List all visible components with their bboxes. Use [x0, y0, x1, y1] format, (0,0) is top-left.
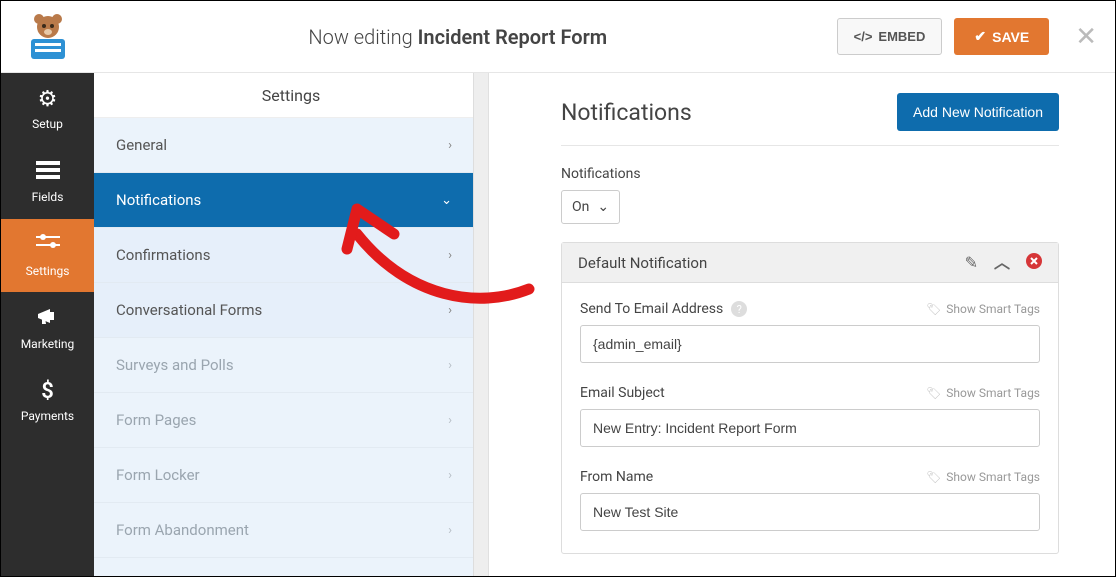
subnav-item-label: Surveys and Polls	[116, 356, 234, 374]
chevron-right-icon: ›	[448, 358, 452, 373]
sliders-icon	[36, 233, 60, 258]
subnav-item-form-pages[interactable]: Form Pages ›	[94, 393, 474, 448]
bullhorn-icon	[36, 306, 60, 331]
subnav-item-label: Notifications	[116, 191, 201, 209]
subnav-item-label: Form Pages	[116, 411, 196, 429]
chevron-right-icon: ›	[448, 523, 452, 538]
form-row: Email Subject 🏷Show Smart Tags	[580, 385, 1040, 447]
section-title: Settings	[94, 73, 488, 118]
subnav-item-general[interactable]: General ›	[94, 118, 474, 173]
subnav-item-confirmations[interactable]: Confirmations ›	[94, 228, 474, 283]
field-label: From Name	[580, 469, 653, 485]
sidebar-item-fields[interactable]: Fields	[1, 146, 94, 219]
toggle-label: Notifications	[561, 166, 1059, 182]
subnav-item-label: Form Abandonment	[116, 521, 249, 539]
field-label: Send To Email Address?	[580, 301, 747, 317]
add-notification-button[interactable]: Add New Notification	[897, 93, 1059, 131]
tag-icon: 🏷	[926, 302, 941, 316]
subnav-item-label: Conversational Forms	[116, 301, 262, 319]
chevron-down-icon: ⌄	[441, 193, 452, 208]
field-label: Email Subject	[580, 385, 665, 401]
save-button[interactable]: ✔ SAVE	[954, 18, 1049, 55]
panel-heading: Notifications	[561, 99, 692, 126]
chevron-right-icon: ›	[448, 468, 452, 483]
show-smart-tags[interactable]: 🏷Show Smart Tags	[926, 302, 1040, 316]
subnav-item-label: Form Locker	[116, 466, 200, 484]
tag-icon: 🏷	[926, 386, 941, 400]
show-smart-tags[interactable]: 🏷Show Smart Tags	[926, 386, 1040, 400]
chevron-right-icon: ›	[448, 413, 452, 428]
chevron-right-icon: ›	[448, 138, 452, 153]
app-logo	[19, 13, 79, 61]
settings-subnav: Settings General › Notifications ⌄ Confirmat…	[94, 73, 489, 576]
show-smart-tags[interactable]: 🏷Show Smart Tags	[926, 470, 1040, 484]
help-icon[interactable]: ?	[731, 301, 747, 317]
delete-icon[interactable]	[1026, 253, 1042, 272]
subnav-item-notifications[interactable]: Notifications ⌄	[94, 173, 474, 228]
subnav-item-label: General	[116, 136, 167, 154]
editing-prefix: Now editing	[308, 25, 412, 49]
chevron-right-icon: ›	[448, 303, 452, 318]
sidebar-item-settings[interactable]: Settings	[1, 219, 94, 292]
text-input[interactable]	[580, 325, 1040, 363]
header: Now editing Incident Report Form </> EMB…	[1, 1, 1115, 73]
subnav-item-conversational-forms[interactable]: Conversational Forms ›	[94, 283, 474, 338]
subnav-item-form-locker[interactable]: Form Locker ›	[94, 448, 474, 503]
sidebar-item-setup[interactable]: ⚙ Setup	[1, 73, 94, 146]
close-icon[interactable]: ✕	[1075, 24, 1097, 50]
subnav-item-label: Confirmations	[116, 246, 210, 264]
main-panel: Settings Notifications Add New Notificat…	[489, 73, 1115, 576]
code-icon: </>	[854, 29, 873, 44]
sidebar-item-marketing[interactable]: Marketing	[1, 292, 94, 365]
form-row: From Name 🏷Show Smart Tags	[580, 469, 1040, 531]
collapse-icon[interactable]: ︿	[994, 255, 1010, 271]
chevron-down-icon: ⌄	[597, 199, 609, 215]
page-title: Now editing Incident Report Form	[79, 25, 837, 49]
form-row: Send To Email Address? 🏷Show Smart Tags	[580, 301, 1040, 363]
embed-button[interactable]: </> EMBED	[837, 18, 943, 55]
form-name: Incident Report Form	[418, 25, 608, 49]
text-input[interactable]	[580, 493, 1040, 531]
gear-icon: ⚙	[38, 89, 58, 111]
sidebar-item-payments[interactable]: $ Payments	[1, 365, 94, 438]
list-icon	[36, 161, 60, 184]
edit-icon[interactable]: ✎	[965, 255, 978, 271]
text-input[interactable]	[580, 409, 1040, 447]
dollar-icon: $	[41, 381, 54, 403]
card-title: Default Notification	[578, 254, 707, 272]
notification-card: Default Notification ✎ ︿ Send To Email A…	[561, 242, 1059, 554]
subnav-item-form-abandonment[interactable]: Form Abandonment ›	[94, 503, 474, 558]
tag-icon: 🏷	[926, 470, 941, 484]
chevron-right-icon: ›	[448, 248, 452, 263]
subnav-item-surveys-and-polls[interactable]: Surveys and Polls ›	[94, 338, 474, 393]
check-icon: ✔	[974, 28, 986, 45]
main-sidebar: ⚙ Setup Fields Settings Marketing	[1, 73, 94, 576]
notifications-toggle[interactable]: On ⌄	[561, 190, 620, 224]
